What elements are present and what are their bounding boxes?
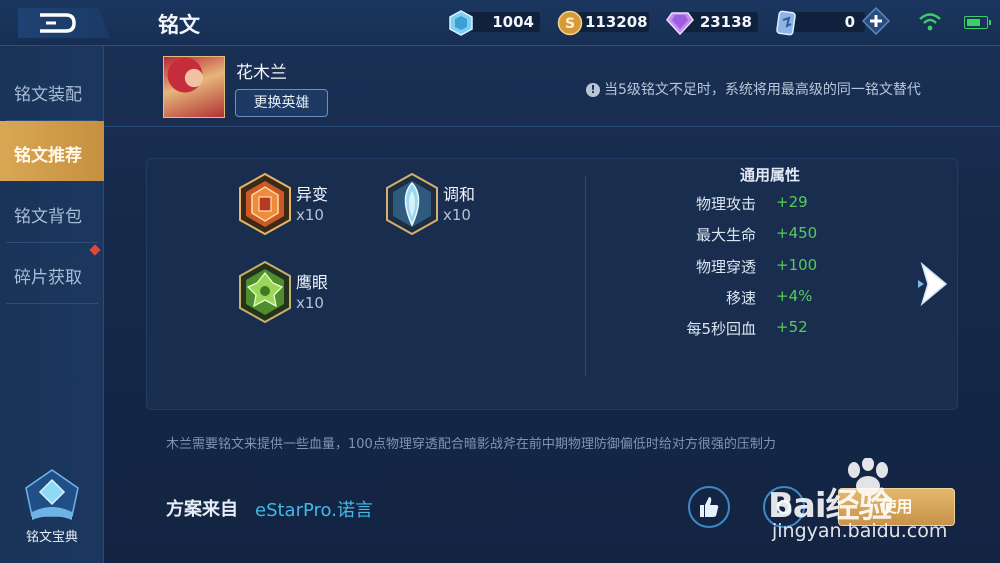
attribute-value: +4% bbox=[776, 287, 813, 305]
diamond-resource: 23138 bbox=[666, 10, 758, 36]
next-page-button[interactable] bbox=[914, 260, 954, 308]
attribute-row: 每5秒回血 +52 bbox=[640, 318, 890, 340]
attribute-row: 最大生命 +450 bbox=[640, 224, 890, 246]
rune-item-mutation[interactable]: 异变 x10 bbox=[238, 173, 388, 237]
sidebar-item-label: 铭文推荐 bbox=[14, 146, 82, 166]
change-hero-button[interactable]: 更换英雄 bbox=[235, 89, 328, 117]
watermark-site: jingyan.baidu.com bbox=[772, 520, 948, 542]
codex-book-icon bbox=[25, 469, 79, 520]
baidu-watermark: Bai经验 jingyan.baidu.com bbox=[768, 458, 993, 548]
attribute-key: 每5秒回血 bbox=[686, 320, 756, 338]
attribute-value: +450 bbox=[776, 224, 818, 242]
gold-coin-icon: S bbox=[557, 10, 583, 36]
rune-item-hawkeye[interactable]: 鹰眼 x10 bbox=[238, 261, 388, 325]
gold-count: 113208 bbox=[585, 13, 648, 31]
attribute-key: 最大生命 bbox=[695, 226, 756, 244]
sidebar-divider bbox=[6, 303, 98, 304]
hero-name: 花木兰 bbox=[236, 63, 287, 83]
notice-text: ! 当5级铭文不足时，系统将用最高级的同一铭文替代 bbox=[586, 79, 921, 99]
card-resource: 0 bbox=[775, 10, 865, 36]
rune-name: 鹰眼 bbox=[296, 273, 329, 292]
attribute-value: +52 bbox=[776, 318, 808, 336]
sidebar-item-fragment-obtain[interactable]: 碎片获取 bbox=[0, 243, 104, 303]
diamond-count: 23138 bbox=[699, 13, 752, 31]
attribute-row: 移速 +4% bbox=[640, 287, 890, 309]
attribute-key: 物理攻击 bbox=[695, 195, 756, 213]
back-button[interactable] bbox=[18, 8, 110, 38]
app-root: 铭文 1004 S 113208 23138 0 铭文装配 铭文推荐 铭文背包 … bbox=[0, 0, 1000, 563]
crystal-count: 1004 bbox=[492, 13, 534, 31]
svg-text:S: S bbox=[565, 16, 575, 32]
recommendation-description: 木兰需要铭文来提供一些血量，100点物理穿透配合暗影战斧在前中期物理防御偏低时给… bbox=[166, 437, 776, 452]
attributes-title: 通用属性 bbox=[739, 166, 800, 184]
like-button[interactable] bbox=[688, 486, 730, 528]
card-count: 0 bbox=[844, 13, 855, 31]
thumbs-up-icon bbox=[700, 497, 719, 517]
rune-codex-button[interactable]: 铭文宝典 bbox=[16, 468, 88, 548]
sidebar-item-label: 铭文背包 bbox=[14, 207, 82, 227]
hawkeye-rune-icon bbox=[239, 261, 291, 323]
source-author-link[interactable]: eStarPro.诺言 bbox=[255, 496, 373, 522]
top-bar: 铭文 1004 S 113208 23138 0 bbox=[0, 0, 1000, 46]
notice-message: 当5级铭文不足时，系统将用最高级的同一铭文替代 bbox=[604, 82, 921, 98]
sidebar-item-rune-recommend[interactable]: 铭文推荐 bbox=[0, 121, 104, 181]
codex-label: 铭文宝典 bbox=[25, 530, 78, 545]
attribute-row: 物理穿透 +100 bbox=[640, 256, 890, 278]
gold-resource: S 113208 bbox=[557, 10, 649, 36]
rune-quantity: x10 bbox=[296, 206, 324, 224]
diamond-icon bbox=[666, 12, 694, 36]
warning-icon: ! bbox=[586, 83, 600, 97]
rune-quantity: x10 bbox=[443, 206, 471, 224]
rune-name: 异变 bbox=[296, 185, 329, 204]
voucher-card-icon bbox=[776, 10, 796, 36]
sidebar-item-label: 碎片获取 bbox=[14, 268, 82, 288]
header-divider bbox=[104, 126, 1000, 127]
mutation-rune-icon bbox=[239, 173, 291, 235]
battery-icon bbox=[964, 16, 991, 29]
plus-icon bbox=[861, 6, 891, 36]
crystal-icon bbox=[449, 10, 473, 36]
add-currency-button[interactable] bbox=[861, 6, 891, 36]
attribute-value: +100 bbox=[776, 256, 818, 274]
back-arrow-icon bbox=[40, 13, 76, 33]
hero-avatar bbox=[163, 56, 225, 118]
rune-name: 调和 bbox=[443, 185, 476, 204]
attribute-key: 物理穿透 bbox=[695, 258, 756, 276]
panel-divider bbox=[585, 176, 586, 376]
crystal-resource: 1004 bbox=[448, 10, 540, 36]
attribute-value: +29 bbox=[776, 193, 808, 211]
rune-item-harmony[interactable]: 调和 x10 bbox=[385, 173, 535, 237]
sidebar-item-rune-equip[interactable]: 铭文装配 bbox=[0, 60, 104, 120]
sidebar-item-rune-bag[interactable]: 铭文背包 bbox=[0, 182, 104, 242]
wifi-icon bbox=[919, 13, 941, 31]
attribute-row: 物理攻击 +29 bbox=[640, 193, 890, 215]
harmony-rune-icon bbox=[386, 173, 438, 235]
source-label: 方案来自 bbox=[166, 499, 238, 520]
sidebar-item-label: 铭文装配 bbox=[14, 85, 82, 105]
page-title: 铭文 bbox=[158, 13, 200, 37]
chevron-right-icon bbox=[918, 261, 948, 307]
attribute-key: 移速 bbox=[725, 289, 756, 307]
rune-quantity: x10 bbox=[296, 294, 324, 312]
